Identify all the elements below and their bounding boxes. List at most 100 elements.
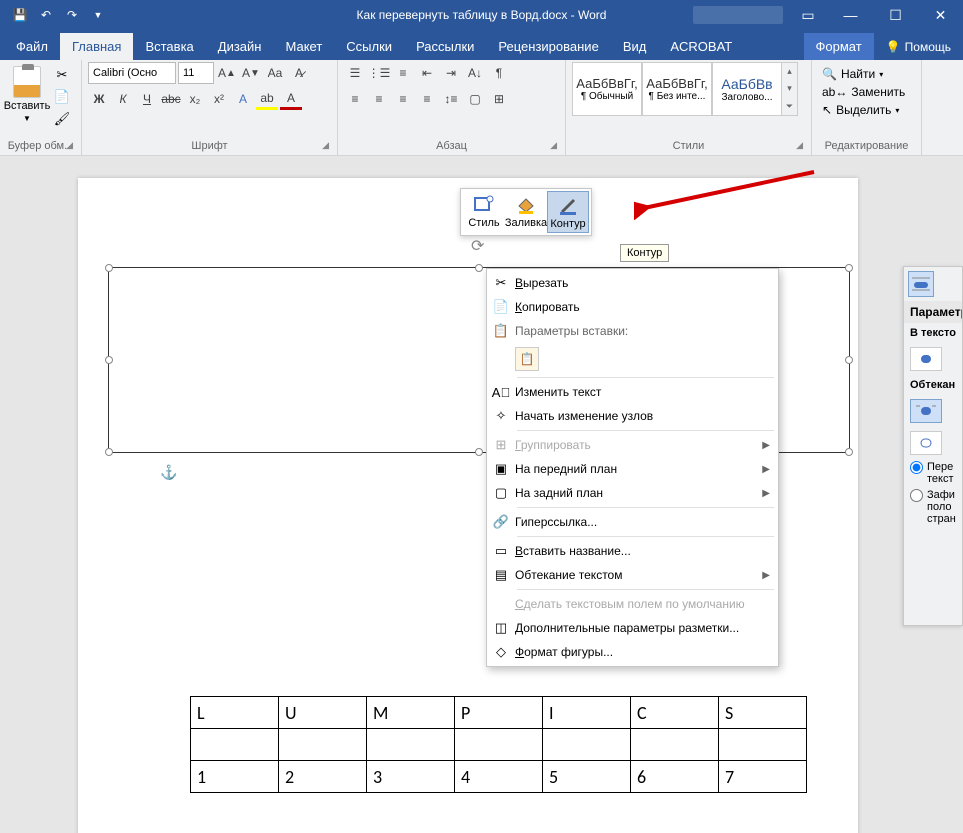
- table-cell[interactable]: 7: [719, 761, 807, 793]
- radio-fix-position[interactable]: Зафиполостран: [904, 487, 962, 527]
- select-button[interactable]: ↖Выделить▾: [818, 102, 909, 118]
- superscript-button[interactable]: x²: [208, 88, 230, 110]
- table-cell[interactable]: [367, 729, 455, 761]
- style-heading1[interactable]: АаБбВвЗаголово...: [712, 62, 782, 116]
- tab-format[interactable]: Формат: [804, 33, 874, 60]
- tab-references[interactable]: Ссылки: [334, 33, 404, 60]
- increase-indent-icon[interactable]: ⇥: [440, 62, 462, 84]
- style-no-spacing[interactable]: АаБбВвГг,¶ Без инте...: [642, 62, 712, 116]
- shrink-font-icon[interactable]: A▼: [240, 62, 262, 84]
- table-cell[interactable]: [455, 729, 543, 761]
- line-spacing-icon[interactable]: ↕≡: [440, 88, 462, 110]
- table-cell[interactable]: C: [631, 697, 719, 729]
- font-name-input[interactable]: [88, 62, 176, 84]
- format-painter-icon[interactable]: 🖌: [52, 110, 72, 128]
- dialog-launcher-icon[interactable]: ◢: [796, 140, 803, 151]
- resize-handle[interactable]: [105, 356, 113, 364]
- redo-icon[interactable]: ↷: [60, 3, 84, 27]
- styles-gallery[interactable]: АаБбВвГг,¶ Обычный АаБбВвГг,¶ Без инте..…: [572, 62, 798, 116]
- strike-button[interactable]: abc: [160, 88, 182, 110]
- justify-icon[interactable]: ≡: [416, 88, 438, 110]
- show-marks-icon[interactable]: ¶: [488, 62, 510, 84]
- decrease-indent-icon[interactable]: ⇤: [416, 62, 438, 84]
- table-cell[interactable]: [191, 729, 279, 761]
- table-cell[interactable]: [279, 729, 367, 761]
- tab-view[interactable]: Вид: [611, 33, 659, 60]
- table-cell[interactable]: 5: [543, 761, 631, 793]
- bold-button[interactable]: Ж: [88, 88, 110, 110]
- undo-icon[interactable]: ↶: [34, 3, 58, 27]
- ctx-format-shape[interactable]: ◇Формат фигуры...: [487, 640, 778, 664]
- table-cell[interactable]: L: [191, 697, 279, 729]
- table-cell[interactable]: 2: [279, 761, 367, 793]
- replace-button[interactable]: ab↔Заменить: [818, 84, 909, 100]
- tab-mailings[interactable]: Рассылки: [404, 33, 486, 60]
- table-cell[interactable]: S: [719, 697, 807, 729]
- rotate-handle-icon[interactable]: ⟳: [471, 236, 487, 252]
- wrap-inline[interactable]: [910, 347, 942, 371]
- dialog-launcher-icon[interactable]: ◢: [322, 140, 329, 151]
- ribbon-display-icon[interactable]: ▭: [788, 0, 828, 30]
- resize-handle[interactable]: [105, 448, 113, 456]
- paste-option-keep-source[interactable]: 📋: [515, 347, 539, 371]
- table-cell[interactable]: 3: [367, 761, 455, 793]
- table-cell[interactable]: I: [543, 697, 631, 729]
- cut-icon[interactable]: ✂: [52, 66, 72, 84]
- align-center-icon[interactable]: ≡: [368, 88, 390, 110]
- ctx-bring-front[interactable]: ▣На передний план▶: [487, 457, 778, 481]
- shape-outline-button[interactable]: Контур: [547, 191, 589, 233]
- resize-handle[interactable]: [845, 356, 853, 364]
- ctx-edit-points[interactable]: ✧Начать изменение узлов: [487, 404, 778, 428]
- save-icon[interactable]: 💾: [8, 3, 32, 27]
- qat-dropdown-icon[interactable]: ▼: [86, 3, 110, 27]
- close-icon[interactable]: ✕: [918, 0, 963, 30]
- italic-button[interactable]: К: [112, 88, 134, 110]
- ctx-copy[interactable]: 📄Копировать: [487, 295, 778, 319]
- wrap-through[interactable]: [910, 431, 942, 455]
- help-tell-me[interactable]: 💡Помощь: [874, 34, 963, 60]
- tab-design[interactable]: Дизайн: [206, 33, 274, 60]
- tab-layout[interactable]: Макет: [273, 33, 334, 60]
- ctx-more-layout[interactable]: ◫Дополнительные параметры разметки...: [487, 616, 778, 640]
- resize-handle[interactable]: [845, 264, 853, 272]
- ctx-insert-caption[interactable]: ▭Вставить название...: [487, 539, 778, 563]
- align-left-icon[interactable]: ≡: [344, 88, 366, 110]
- dialog-launcher-icon[interactable]: ◢: [66, 140, 73, 151]
- table-cell[interactable]: [631, 729, 719, 761]
- text-effects-icon[interactable]: A: [232, 88, 254, 110]
- wrap-square[interactable]: [910, 399, 942, 423]
- table-cell[interactable]: 1: [191, 761, 279, 793]
- subscript-button[interactable]: x₂: [184, 88, 206, 110]
- table-cell[interactable]: M: [367, 697, 455, 729]
- change-case-icon[interactable]: Aa: [264, 62, 286, 84]
- ctx-cut[interactable]: ✂Вырезать: [487, 271, 778, 295]
- minimize-icon[interactable]: —: [828, 0, 873, 30]
- layout-options-icon[interactable]: [908, 271, 934, 297]
- ctx-hyperlink[interactable]: 🔗Гиперссылка...: [487, 510, 778, 534]
- bullets-icon[interactable]: ☰: [344, 62, 366, 84]
- table-cell[interactable]: U: [279, 697, 367, 729]
- font-size-input[interactable]: [178, 62, 214, 84]
- table-cell[interactable]: [719, 729, 807, 761]
- font-color-icon[interactable]: A: [280, 88, 302, 110]
- maximize-icon[interactable]: ☐: [873, 0, 918, 30]
- resize-handle[interactable]: [105, 264, 113, 272]
- table-cell[interactable]: 4: [455, 761, 543, 793]
- copy-icon[interactable]: 📄: [52, 88, 72, 106]
- dialog-launcher-icon[interactable]: ◢: [550, 140, 557, 151]
- numbering-icon[interactable]: ⋮☰: [368, 62, 390, 84]
- shape-fill-button[interactable]: Заливка: [505, 191, 547, 233]
- style-scroll[interactable]: ▴▾⏷: [782, 62, 798, 116]
- table-cell[interactable]: P: [455, 697, 543, 729]
- shape-style-button[interactable]: Стиль: [463, 191, 505, 233]
- style-normal[interactable]: АаБбВвГг,¶ Обычный: [572, 62, 642, 116]
- tab-review[interactable]: Рецензирование: [486, 33, 610, 60]
- ctx-edit-text[interactable]: A⃞Изменить текст: [487, 380, 778, 404]
- grow-font-icon[interactable]: A▲: [216, 62, 238, 84]
- table-cell[interactable]: [543, 729, 631, 761]
- borders-icon[interactable]: ⊞: [488, 88, 510, 110]
- paste-button[interactable]: Вставить ▼: [6, 62, 48, 123]
- underline-button[interactable]: Ч: [136, 88, 158, 110]
- shading-icon[interactable]: ▢: [464, 88, 486, 110]
- tab-insert[interactable]: Вставка: [133, 33, 205, 60]
